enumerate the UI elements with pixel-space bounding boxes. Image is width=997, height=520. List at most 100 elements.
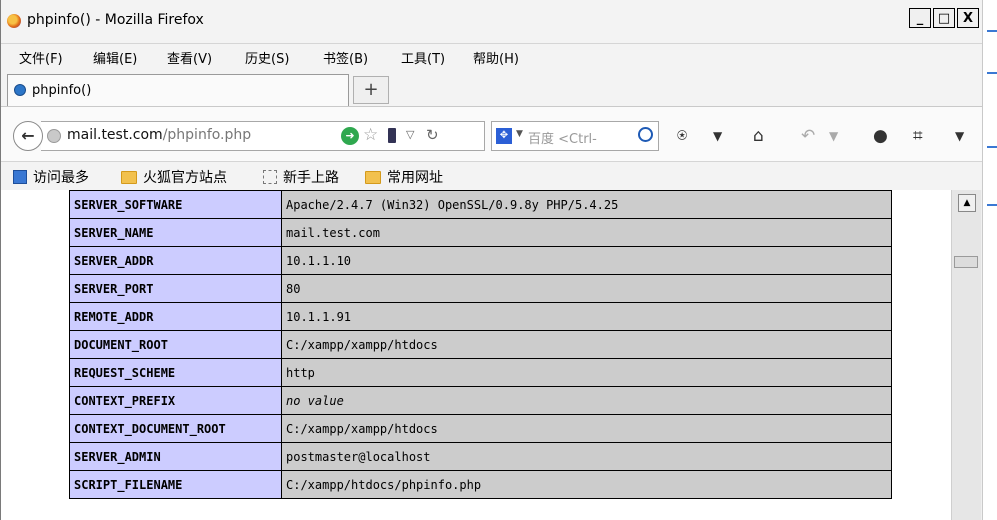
- table-key-cell: SERVER_PORT: [69, 274, 282, 303]
- menu-edit[interactable]: 编辑(E): [93, 48, 137, 67]
- folder-icon: [121, 170, 137, 184]
- table-value-cell: no value: [281, 386, 892, 415]
- bookmark-label: 火狐官方站点: [143, 170, 227, 186]
- bookmark-most-visited[interactable]: 访问最多: [13, 167, 89, 187]
- search-engine-dropdown-icon[interactable]: ▼: [516, 129, 523, 139]
- bookmark-getting-started[interactable]: 新手上路: [263, 167, 339, 187]
- go-arrow-icon[interactable]: ➜: [341, 127, 359, 145]
- close-button[interactable]: X: [957, 8, 979, 28]
- scroll-up-button[interactable]: ▲: [958, 194, 976, 212]
- url-bar[interactable]: mail.test.com/phpinfo.php ➜ ☆ ▽ ↻: [41, 121, 485, 151]
- table-row: SERVER_ADDR 10.1.1.10: [69, 246, 892, 275]
- table-key-cell: SERVER_ADMIN: [69, 442, 282, 471]
- table-row: SERVER_NAME mail.test.com: [69, 218, 892, 247]
- table-value-cell: C:/xampp/htdocs/phpinfo.php: [281, 470, 892, 499]
- back-button[interactable]: ←: [13, 121, 43, 151]
- reload-icon[interactable]: ↻: [426, 126, 439, 144]
- firefox-logo-icon: [7, 14, 21, 28]
- navigation-toolbar: mail.test.com/phpinfo.php ➜ ☆ ▽ ↻ ← ✥ ▼ …: [1, 106, 983, 162]
- addon-dropdown-icon[interactable]: ▼: [713, 127, 722, 145]
- table-row: REMOTE_ADDR 10.1.1.91: [69, 302, 892, 331]
- menu-bar: 文件(F) 编辑(E) 查看(V) 历史(S) 书签(B) 工具(T) 帮助(H…: [1, 44, 983, 68]
- back-arrow-icon: ←: [21, 126, 35, 145]
- undo-icon[interactable]: ↶: [801, 127, 815, 145]
- folder-icon: [365, 170, 381, 184]
- bookmark-label: 新手上路: [283, 170, 339, 186]
- menu-file[interactable]: 文件(F): [19, 48, 63, 67]
- bookmark-label: 访问最多: [33, 170, 89, 186]
- url-text[interactable]: mail.test.com/phpinfo.php: [67, 127, 251, 143]
- baidu-paw-icon[interactable]: ✥: [496, 128, 512, 144]
- table-row: REQUEST_SCHEME http: [69, 358, 892, 387]
- menu-help[interactable]: 帮助(H): [473, 48, 519, 67]
- table-value-cell: C:/xampp/xampp/htdocs: [281, 330, 892, 359]
- phpinfo-table: SERVER_SOFTWARE Apache/2.4.7 (Win32) Open…: [69, 190, 892, 499]
- table-row: SCRIPT_FILENAME C:/xampp/htdocs/phpinfo.p…: [69, 470, 892, 499]
- table-value-cell: 80: [281, 274, 892, 303]
- table-value-cell: http: [281, 358, 892, 387]
- search-placeholder: 百度 <Ctrl-: [528, 132, 597, 147]
- tab-title: phpinfo(): [32, 83, 92, 98]
- table-row: CONTEXT_DOCUMENT_ROOT C:/xampp/xampp/htdo…: [69, 414, 892, 443]
- background-window-edge: [982, 0, 997, 520]
- table-row: SERVER_ADMIN postmaster@localhost: [69, 442, 892, 471]
- search-icon[interactable]: [638, 127, 653, 142]
- tab-phpinfo[interactable]: phpinfo(): [7, 74, 349, 106]
- table-row: SERVER_SOFTWARE Apache/2.4.7 (Win32) Open…: [69, 190, 892, 219]
- menu-bookmarks[interactable]: 书签(B): [323, 48, 368, 67]
- window-controls: _ □ X: [909, 8, 979, 28]
- history-dropdown-icon[interactable]: ▽: [406, 128, 414, 141]
- edge-mark: [987, 72, 997, 74]
- menu-view[interactable]: 查看(V): [167, 48, 212, 67]
- url-path: /phpinfo.php: [162, 127, 252, 143]
- table-value-cell: postmaster@localhost: [281, 442, 892, 471]
- vertical-scrollbar[interactable]: ▲: [951, 190, 981, 520]
- table-key-cell: CONTEXT_DOCUMENT_ROOT: [69, 414, 282, 443]
- toolbar-overflow-icon[interactable]: ▼: [955, 127, 964, 145]
- table-key-cell: SERVER_NAME: [69, 218, 282, 247]
- bookmark-star-icon[interactable]: ☆: [363, 125, 378, 145]
- table-key-cell: REMOTE_ADDR: [69, 302, 282, 331]
- table-row: CONTEXT_PREFIX no value: [69, 386, 892, 415]
- page-content: SERVER_SOFTWARE Apache/2.4.7 (Win32) Open…: [1, 190, 951, 520]
- addon-badge-icon[interactable]: ⍟: [677, 127, 687, 145]
- globe-icon: [14, 84, 26, 96]
- table-value-cell: 10.1.1.10: [281, 246, 892, 275]
- mobile-device-icon[interactable]: [388, 128, 396, 143]
- table-key-cell: SCRIPT_FILENAME: [69, 470, 282, 499]
- edge-mark: [987, 146, 997, 148]
- table-value-cell: 10.1.1.91: [281, 302, 892, 331]
- table-value-cell: Apache/2.4.7 (Win32) OpenSSL/0.9.8y PHP/…: [281, 190, 892, 219]
- bookmark-label: 常用网址: [387, 170, 443, 186]
- url-domain: mail.test.com: [67, 127, 163, 143]
- scroll-thumb[interactable]: [954, 256, 978, 268]
- site-identity-icon[interactable]: [47, 129, 61, 143]
- chat-bubble-icon[interactable]: ●: [873, 127, 888, 145]
- browser-window: phpinfo() - Mozilla Firefox _ □ X 文件(F) …: [0, 0, 983, 520]
- window-title: phpinfo() - Mozilla Firefox: [27, 12, 204, 28]
- minimize-button[interactable]: _: [909, 8, 931, 28]
- home-icon[interactable]: ⌂: [753, 127, 764, 145]
- table-key-cell: SERVER_SOFTWARE: [69, 190, 282, 219]
- bookmark-common-sites[interactable]: 常用网址: [365, 167, 443, 187]
- title-bar: phpinfo() - Mozilla Firefox _ □ X: [1, 0, 983, 44]
- crop-screenshot-icon[interactable]: ⌗: [913, 127, 923, 145]
- table-key-cell: DOCUMENT_ROOT: [69, 330, 282, 359]
- table-row: DOCUMENT_ROOT C:/xampp/xampp/htdocs: [69, 330, 892, 359]
- edge-mark: [987, 204, 997, 206]
- table-value-cell: mail.test.com: [281, 218, 892, 247]
- table-key-cell: CONTEXT_PREFIX: [69, 386, 282, 415]
- table-key-cell: REQUEST_SCHEME: [69, 358, 282, 387]
- table-value-cell: C:/xampp/xampp/htdocs: [281, 414, 892, 443]
- tab-strip: phpinfo() +: [1, 68, 983, 106]
- menu-history[interactable]: 历史(S): [245, 48, 289, 67]
- page-placeholder-icon: [263, 170, 277, 184]
- maximize-button[interactable]: □: [933, 8, 955, 28]
- search-bar[interactable]: ✥ ▼ 百度 <Ctrl-: [491, 121, 659, 151]
- undo-dropdown-icon[interactable]: ▼: [829, 127, 838, 145]
- most-visited-icon: [13, 170, 27, 184]
- new-tab-button[interactable]: +: [353, 76, 389, 104]
- menu-tools[interactable]: 工具(T): [401, 48, 445, 67]
- table-key-cell: SERVER_ADDR: [69, 246, 282, 275]
- bookmark-firefox-official[interactable]: 火狐官方站点: [121, 167, 227, 187]
